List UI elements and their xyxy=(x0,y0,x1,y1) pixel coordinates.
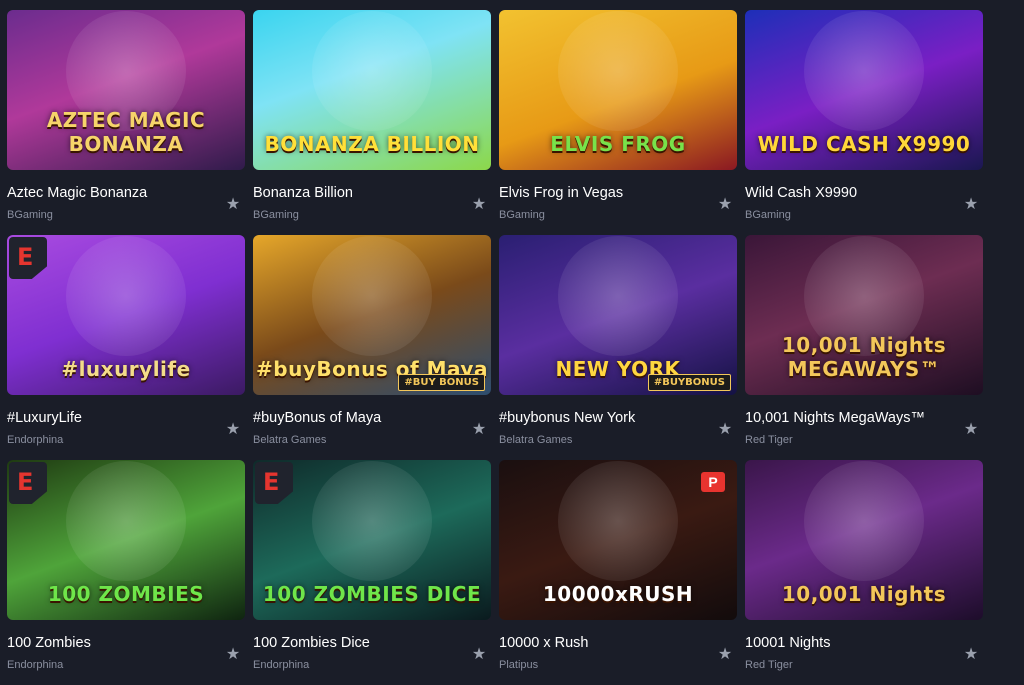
game-title[interactable]: 100 Zombies xyxy=(7,635,91,651)
game-logo-text: 10,001 Nights xyxy=(781,582,947,606)
elvis-frog-thumbnail[interactable]: ELVIS FROG xyxy=(499,10,737,170)
star-icon[interactable]: ★ xyxy=(717,197,733,213)
buybonus-maya-thumbnail[interactable]: #buyBonus of Maya #BUY BONUS xyxy=(253,235,491,395)
badge-letter: E xyxy=(17,243,34,271)
star-icon[interactable]: ★ xyxy=(471,197,487,213)
star-icon[interactable]: ★ xyxy=(225,647,241,663)
game-provider: Red Tiger xyxy=(745,434,793,446)
buybonus-new-york-thumbnail[interactable]: NEW YORK #BUYBONUS xyxy=(499,235,737,395)
game-logo-text: 10000xRUSH xyxy=(542,582,694,606)
game-card[interactable]: 10,001 Nights MEGAWAYS™ 10,001 Nights Meg… xyxy=(745,235,983,460)
game-title[interactable]: 10001 Nights xyxy=(745,635,830,651)
game-provider: Endorphina xyxy=(7,434,64,446)
game-provider: Belatra Games xyxy=(253,434,327,446)
game-title[interactable]: 10,001 Nights MegaWays™ xyxy=(745,410,925,426)
wild-cash-thumbnail[interactable]: WILD CASH X9990 xyxy=(745,10,983,170)
game-grid: AZTEC MAGIC BONANZA Aztec Magic Bonanza BG… xyxy=(7,10,983,685)
game-title[interactable]: Aztec Magic Bonanza xyxy=(7,185,147,201)
endorphina-badge-icon: E xyxy=(9,237,47,279)
game-card[interactable]: ELVIS FROG Elvis Frog in Vegas BGaming ★ xyxy=(499,10,737,235)
game-title[interactable]: 100 Zombies Dice xyxy=(253,635,370,651)
game-card[interactable]: 100 ZOMBIES E 100 Zombies Endorphina ★ xyxy=(7,460,245,685)
thumbnail-art xyxy=(312,10,432,131)
game-logo-text: 100 ZOMBIES DICE xyxy=(262,582,482,606)
thumbnail-art xyxy=(312,235,432,356)
platipus-badge-icon: P xyxy=(701,472,725,492)
100-zombies-thumbnail[interactable]: 100 ZOMBIES E xyxy=(7,460,245,620)
game-logo-text: BONANZA BILLION xyxy=(264,132,480,156)
game-card[interactable]: #luxurylife E #LuxuryLife Endorphina ★ xyxy=(7,235,245,460)
badge-letter: E xyxy=(17,468,34,496)
game-provider: BGaming xyxy=(7,209,53,221)
star-icon[interactable]: ★ xyxy=(717,422,733,438)
game-provider: BGaming xyxy=(499,209,545,221)
star-icon[interactable]: ★ xyxy=(471,422,487,438)
thumbnail-art xyxy=(312,460,432,581)
game-title[interactable]: #buybonus New York xyxy=(499,410,635,426)
game-provider: Red Tiger xyxy=(745,659,793,671)
endorphina-badge-icon: E xyxy=(9,462,47,504)
endorphina-badge-icon: E xyxy=(255,462,293,504)
game-title[interactable]: Wild Cash X9990 xyxy=(745,185,857,201)
buy-bonus-tag: #BUY BONUS xyxy=(398,374,485,391)
game-logo-text: ELVIS FROG xyxy=(550,132,686,156)
10001-nights-megaways-thumbnail[interactable]: 10,001 Nights MEGAWAYS™ xyxy=(745,235,983,395)
bonanza-billion-thumbnail[interactable]: BONANZA BILLION xyxy=(253,10,491,170)
thumbnail-art xyxy=(66,460,186,581)
game-provider: Endorphina xyxy=(253,659,310,671)
game-title[interactable]: Bonanza Billion xyxy=(253,185,353,201)
star-icon[interactable]: ★ xyxy=(963,422,979,438)
game-logo-text: 100 ZOMBIES xyxy=(47,582,205,606)
star-icon[interactable]: ★ xyxy=(963,647,979,663)
thumbnail-art xyxy=(804,460,924,581)
game-logo-text: AZTEC MAGIC BONANZA xyxy=(46,108,206,156)
game-card[interactable]: AZTEC MAGIC BONANZA Aztec Magic Bonanza BG… xyxy=(7,10,245,235)
thumbnail-art xyxy=(66,235,186,356)
game-provider: BGaming xyxy=(745,209,791,221)
game-provider: Endorphina xyxy=(7,659,64,671)
luxurylife-thumbnail[interactable]: #luxurylife E xyxy=(7,235,245,395)
buy-bonus-tag: #BUYBONUS xyxy=(647,374,731,391)
game-logo-text: WILD CASH X9990 xyxy=(757,132,971,156)
game-card[interactable]: 10000xRUSH P 10000 x Rush Platipus ★ xyxy=(499,460,737,685)
game-card[interactable]: 10,001 Nights 10001 Nights Red Tiger ★ xyxy=(745,460,983,685)
star-icon[interactable]: ★ xyxy=(963,197,979,213)
game-title[interactable]: Elvis Frog in Vegas xyxy=(499,185,623,201)
game-logo-text: #luxurylife xyxy=(61,357,191,381)
star-icon[interactable]: ★ xyxy=(225,197,241,213)
star-icon[interactable]: ★ xyxy=(471,647,487,663)
game-title[interactable]: #LuxuryLife xyxy=(7,410,82,426)
game-card[interactable]: BONANZA BILLION Bonanza Billion BGaming ★ xyxy=(253,10,491,235)
game-provider: Platipus xyxy=(499,659,539,671)
game-title[interactable]: 10000 x Rush xyxy=(499,635,588,651)
thumbnail-art xyxy=(558,235,678,356)
star-icon[interactable]: ★ xyxy=(717,647,733,663)
thumbnail-art xyxy=(804,10,924,131)
10001-nights-thumbnail[interactable]: 10,001 Nights xyxy=(745,460,983,620)
star-icon[interactable]: ★ xyxy=(225,422,241,438)
game-logo-text: 10,001 Nights MEGAWAYS™ xyxy=(781,333,947,381)
thumbnail-art xyxy=(558,460,678,581)
100-zombies-dice-thumbnail[interactable]: 100 ZOMBIES DICE E xyxy=(253,460,491,620)
game-card[interactable]: 100 ZOMBIES DICE E 100 Zombies Dice Endorph… xyxy=(253,460,491,685)
thumbnail-art xyxy=(558,10,678,131)
badge-letter: E xyxy=(263,468,280,496)
10000-x-rush-thumbnail[interactable]: 10000xRUSH P xyxy=(499,460,737,620)
aztec-magic-bonanza-thumbnail[interactable]: AZTEC MAGIC BONANZA xyxy=(7,10,245,170)
game-title[interactable]: #buyBonus of Maya xyxy=(253,410,381,426)
game-provider: Belatra Games xyxy=(499,434,573,446)
game-card[interactable]: WILD CASH X9990 Wild Cash X9990 BGaming ★ xyxy=(745,10,983,235)
game-provider: BGaming xyxy=(253,209,299,221)
game-card[interactable]: #buyBonus of Maya #BUY BONUS #buyBonus of … xyxy=(253,235,491,460)
game-card[interactable]: NEW YORK #BUYBONUS #buybonus New York Belat… xyxy=(499,235,737,460)
